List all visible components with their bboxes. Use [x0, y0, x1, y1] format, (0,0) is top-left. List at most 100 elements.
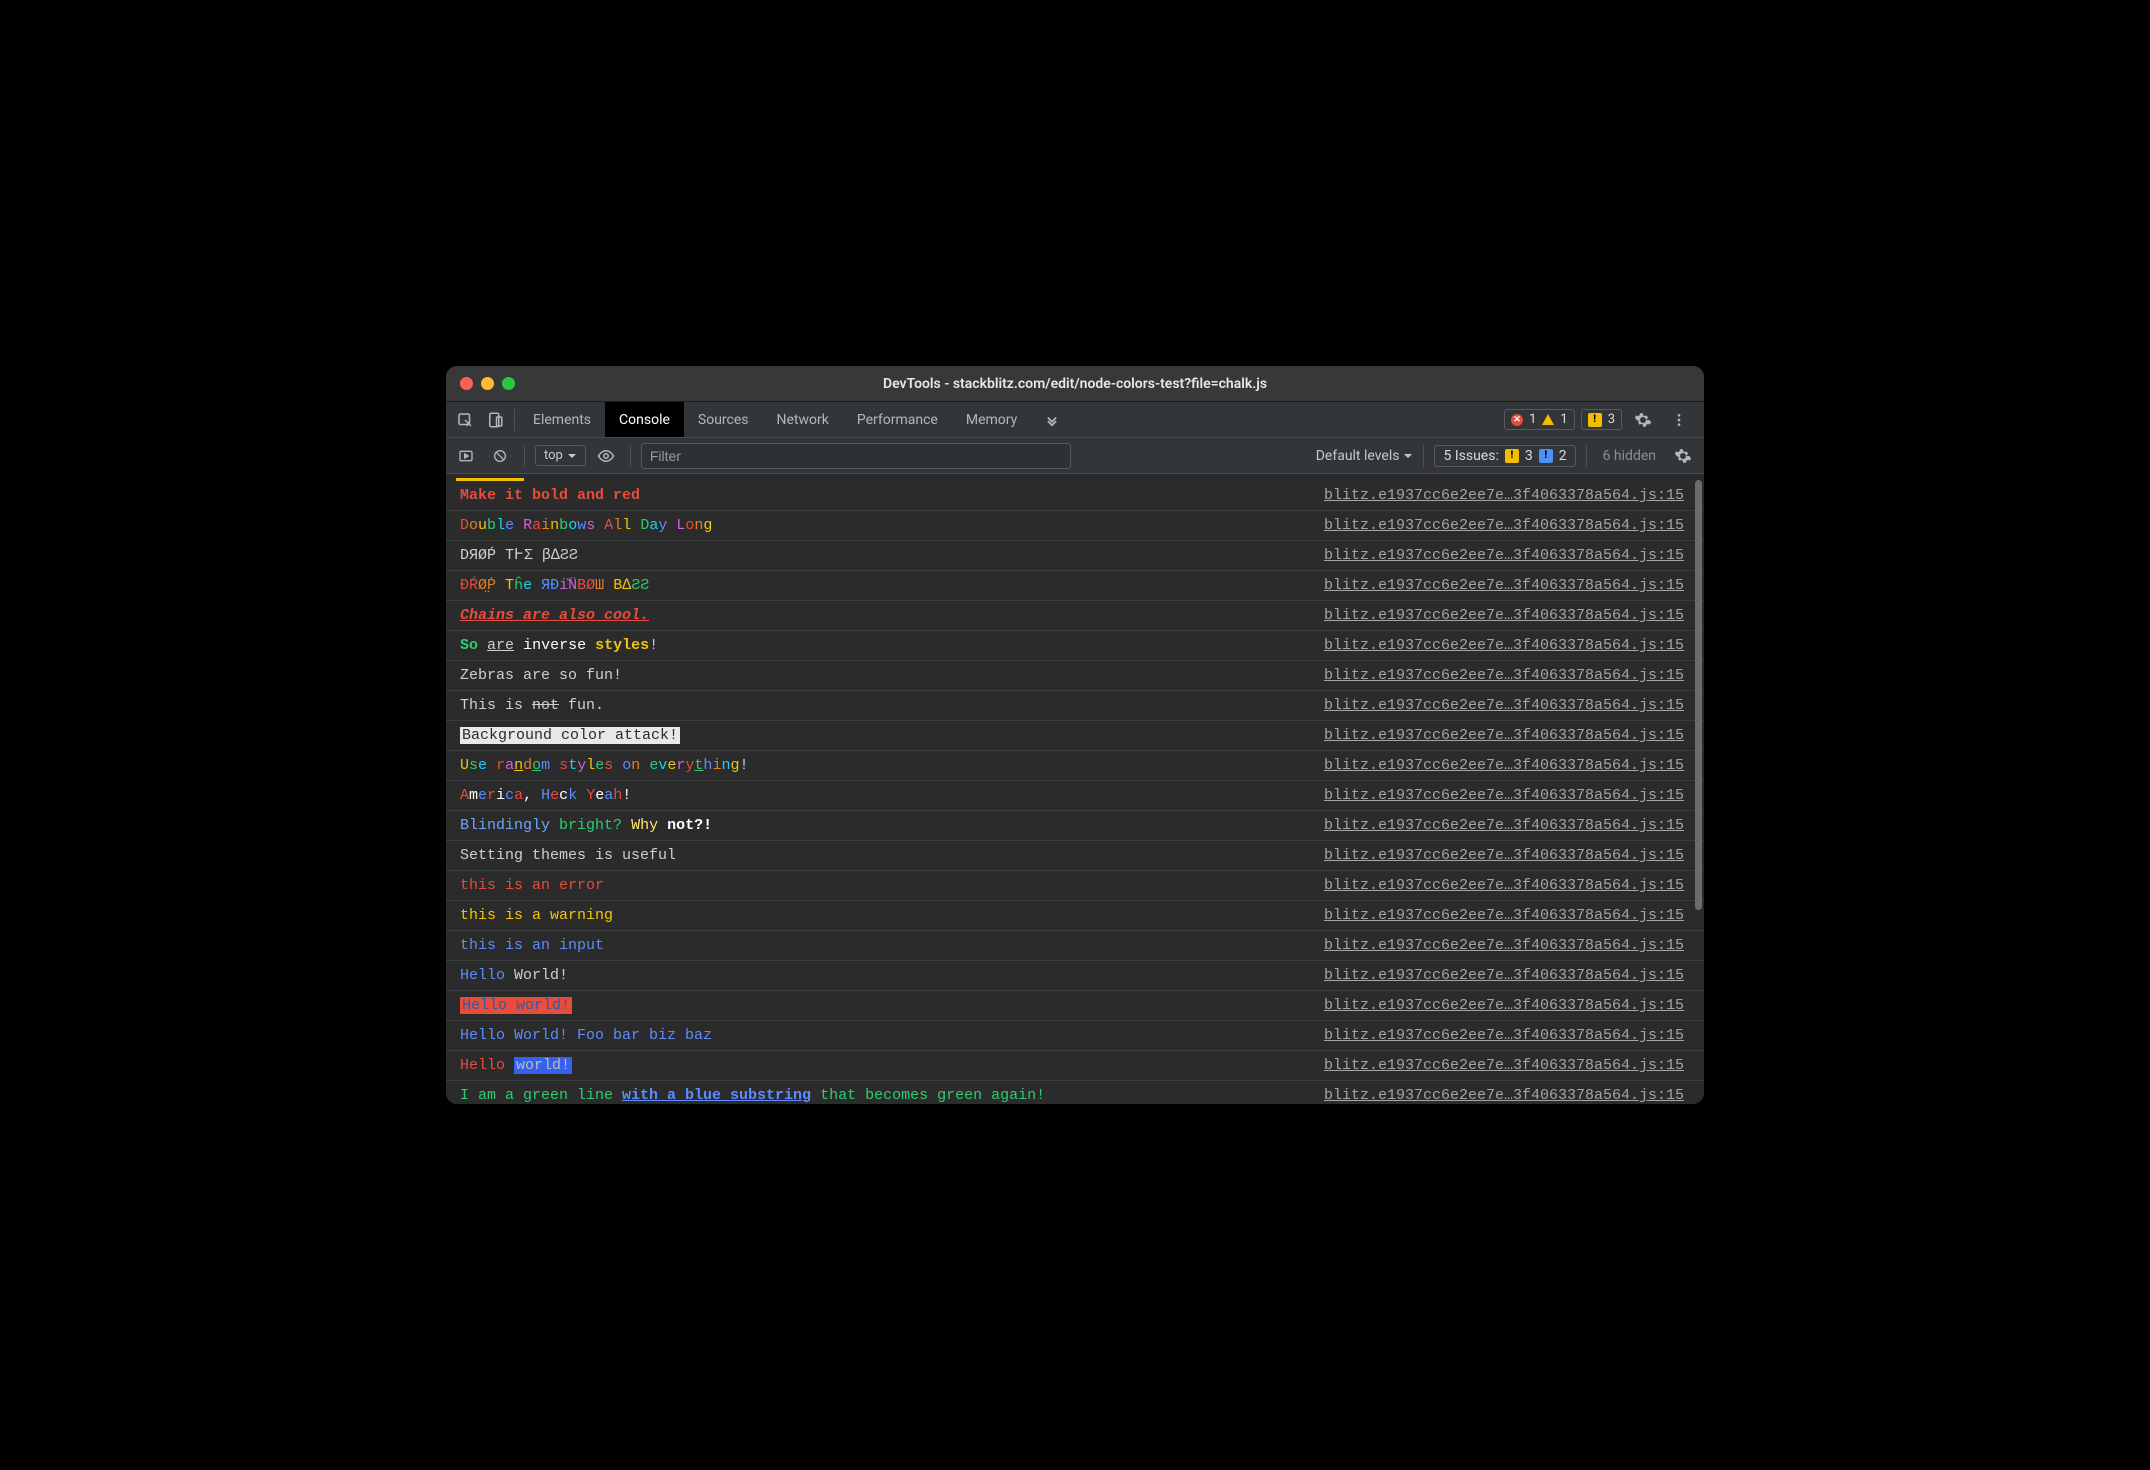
- console-message: this is a warning: [460, 902, 613, 929]
- source-link[interactable]: blitz.e1937cc6e2ee7e…3f4063378a564.js:15: [1324, 782, 1684, 809]
- console-message: Make it bold and red: [460, 482, 640, 509]
- console-message: Hello world!: [460, 1052, 572, 1079]
- divider: [524, 445, 525, 467]
- console-message: Hello World! Foo bar biz baz: [460, 1022, 712, 1049]
- console-message: So are inverse styles!: [460, 632, 658, 659]
- console-settings-icon[interactable]: [1668, 438, 1698, 473]
- divider: [1423, 445, 1424, 467]
- source-link[interactable]: blitz.e1937cc6e2ee7e…3f4063378a564.js:15: [1324, 752, 1684, 779]
- console-row: Use random styles on everything! blitz.e1…: [446, 751, 1704, 781]
- console-message: DЯØṔ TͰΣ β∆ƧƧ: [460, 542, 578, 569]
- inspect-icon[interactable]: [450, 402, 480, 437]
- source-link[interactable]: blitz.e1937cc6e2ee7e…3f4063378a564.js:15: [1324, 692, 1684, 719]
- levels-label: Default levels: [1316, 448, 1400, 464]
- console-message: America, Heck Yeah!: [460, 782, 631, 809]
- source-link[interactable]: blitz.e1937cc6e2ee7e…3f4063378a564.js:15: [1324, 662, 1684, 689]
- tab-sources[interactable]: Sources: [684, 402, 763, 437]
- console-message: Hello World!: [460, 962, 568, 989]
- chevron-down-icon: [567, 451, 577, 461]
- filter-input[interactable]: [641, 443, 1071, 469]
- source-link[interactable]: blitz.e1937cc6e2ee7e…3f4063378a564.js:15: [1324, 842, 1684, 869]
- console-message: ÐŔØ̤Ṗ Tĥe ЯÐi̎N̈BØШ B∆ƧƧ: [460, 572, 649, 599]
- issues-count: 3: [1608, 412, 1615, 427]
- console-row: ÐŔØ̤Ṗ Tĥe ЯÐi̎N̈BØШ B∆ƧƧ blitz.e1937cc6e2…: [446, 571, 1704, 601]
- scrollbar[interactable]: [1695, 480, 1702, 910]
- console-message: Hello world!: [460, 992, 572, 1019]
- error-icon: ✕: [1511, 414, 1523, 426]
- console-toolbar: top Default levels 5 Issues: ! 3 ! 2 6 h…: [446, 438, 1704, 474]
- warning-icon: [1542, 414, 1554, 425]
- live-expression-icon[interactable]: [592, 438, 620, 473]
- devtools-tabbar: ElementsConsoleSourcesNetworkPerformance…: [446, 402, 1704, 438]
- console-row: Background color attack!blitz.e1937cc6e2…: [446, 721, 1704, 751]
- chevron-down-icon: [1403, 451, 1413, 461]
- tab-memory[interactable]: Memory: [952, 402, 1031, 437]
- console-row: So are inverse styles! blitz.e1937cc6e2ee…: [446, 631, 1704, 661]
- console-message: Setting themes is useful: [460, 842, 676, 869]
- console-row: This is not fun. blitz.e1937cc6e2ee7e…3f4…: [446, 691, 1704, 721]
- context-selector[interactable]: top: [535, 445, 586, 466]
- source-link[interactable]: blitz.e1937cc6e2ee7e…3f4063378a564.js:15: [1324, 512, 1684, 539]
- context-label: top: [544, 448, 563, 463]
- console-message: this is an input: [460, 932, 604, 959]
- tab-network[interactable]: Network: [763, 402, 843, 437]
- source-link[interactable]: blitz.e1937cc6e2ee7e…3f4063378a564.js:15: [1324, 1052, 1684, 1079]
- console-row: this is an errorblitz.e1937cc6e2ee7e…3f4…: [446, 871, 1704, 901]
- issues-summary[interactable]: 5 Issues: ! 3 ! 2: [1434, 445, 1575, 467]
- source-link[interactable]: blitz.e1937cc6e2ee7e…3f4063378a564.js:15: [1324, 932, 1684, 959]
- source-link[interactable]: blitz.e1937cc6e2ee7e…3f4063378a564.js:15: [1324, 572, 1684, 599]
- console-message: Blindingly bright? Why not?!: [460, 812, 712, 839]
- source-link[interactable]: blitz.e1937cc6e2ee7e…3f4063378a564.js:15: [1324, 812, 1684, 839]
- toggle-sidebar-icon[interactable]: [452, 438, 480, 473]
- issue-info-icon: !: [1539, 449, 1553, 463]
- tab-performance[interactable]: Performance: [843, 402, 952, 437]
- console-message: Chains are also cool.: [460, 602, 649, 629]
- source-link[interactable]: blitz.e1937cc6e2ee7e…3f4063378a564.js:15: [1324, 722, 1684, 749]
- console-row: Hello World! Foo bar biz baz blitz.e1937c…: [446, 1021, 1704, 1051]
- issue-warning-icon: !: [1505, 449, 1519, 463]
- console-row: Chains are also cool. blitz.e1937cc6e2ee7…: [446, 601, 1704, 631]
- warnings-count: 1: [1560, 412, 1567, 427]
- console-message: I am a green line with a blue substring …: [460, 1082, 1045, 1104]
- console-row: Hello world! blitz.e1937cc6e2ee7e…3f40633…: [446, 991, 1704, 1021]
- console-row: Hello World! blitz.e1937cc6e2ee7e…3f40633…: [446, 961, 1704, 991]
- console-message: Zebras are so fun!: [460, 662, 622, 689]
- source-link[interactable]: blitz.e1937cc6e2ee7e…3f4063378a564.js:15: [1324, 1082, 1684, 1104]
- source-link[interactable]: blitz.e1937cc6e2ee7e…3f4063378a564.js:15: [1324, 902, 1684, 929]
- titlebar: DevTools - stackblitz.com/edit/node-colo…: [446, 366, 1704, 402]
- issues-pill[interactable]: ! 3: [1581, 409, 1622, 430]
- console-row: this is a warning blitz.e1937cc6e2ee7e…3f…: [446, 901, 1704, 931]
- errors-count: 1: [1529, 412, 1536, 427]
- source-link[interactable]: blitz.e1937cc6e2ee7e…3f4063378a564.js:15: [1324, 992, 1684, 1019]
- console-output: Make it bold and red blitz.e1937cc6e2ee7e…: [446, 474, 1704, 1104]
- divider: [514, 409, 515, 431]
- source-link[interactable]: blitz.e1937cc6e2ee7e…3f4063378a564.js:15: [1324, 962, 1684, 989]
- tabs-overflow-icon[interactable]: [1031, 402, 1073, 437]
- errors-warnings-pill[interactable]: ✕ 1 1: [1504, 409, 1575, 430]
- source-link[interactable]: blitz.e1937cc6e2ee7e…3f4063378a564.js:15: [1324, 482, 1684, 509]
- issue-icon: !: [1588, 413, 1602, 427]
- issues-blue-count: 2: [1559, 448, 1567, 464]
- device-icon[interactable]: [480, 402, 510, 437]
- console-message: Double Rainbows All Day Long: [460, 512, 712, 539]
- source-link[interactable]: blitz.e1937cc6e2ee7e…3f4063378a564.js:15: [1324, 1022, 1684, 1049]
- source-link[interactable]: blitz.e1937cc6e2ee7e…3f4063378a564.js:15: [1324, 872, 1684, 899]
- console-row: Double Rainbows All Day Long blitz.e1937c…: [446, 511, 1704, 541]
- source-link[interactable]: blitz.e1937cc6e2ee7e…3f4063378a564.js:15: [1324, 632, 1684, 659]
- tab-elements[interactable]: Elements: [519, 402, 605, 437]
- more-icon[interactable]: [1664, 412, 1694, 428]
- console-message: This is not fun.: [460, 692, 604, 719]
- source-link[interactable]: blitz.e1937cc6e2ee7e…3f4063378a564.js:15: [1324, 542, 1684, 569]
- issues-label: 5 Issues:: [1443, 448, 1498, 464]
- log-levels-selector[interactable]: Default levels: [1316, 448, 1414, 464]
- console-row: America, Heck Yeah! blitz.e1937cc6e2ee7e……: [446, 781, 1704, 811]
- tab-console[interactable]: Console: [605, 402, 684, 437]
- settings-icon[interactable]: [1628, 411, 1658, 429]
- clear-console-icon[interactable]: [486, 438, 514, 473]
- source-link[interactable]: blitz.e1937cc6e2ee7e…3f4063378a564.js:15: [1324, 602, 1684, 629]
- devtools-window: DevTools - stackblitz.com/edit/node-colo…: [445, 365, 1705, 1105]
- console-message: Use random styles on everything!: [460, 752, 749, 779]
- console-row: I am a green line with a blue substring …: [446, 1081, 1704, 1104]
- console-row: Make it bold and red blitz.e1937cc6e2ee7e…: [446, 481, 1704, 511]
- hidden-count[interactable]: 6 hidden: [1597, 448, 1662, 464]
